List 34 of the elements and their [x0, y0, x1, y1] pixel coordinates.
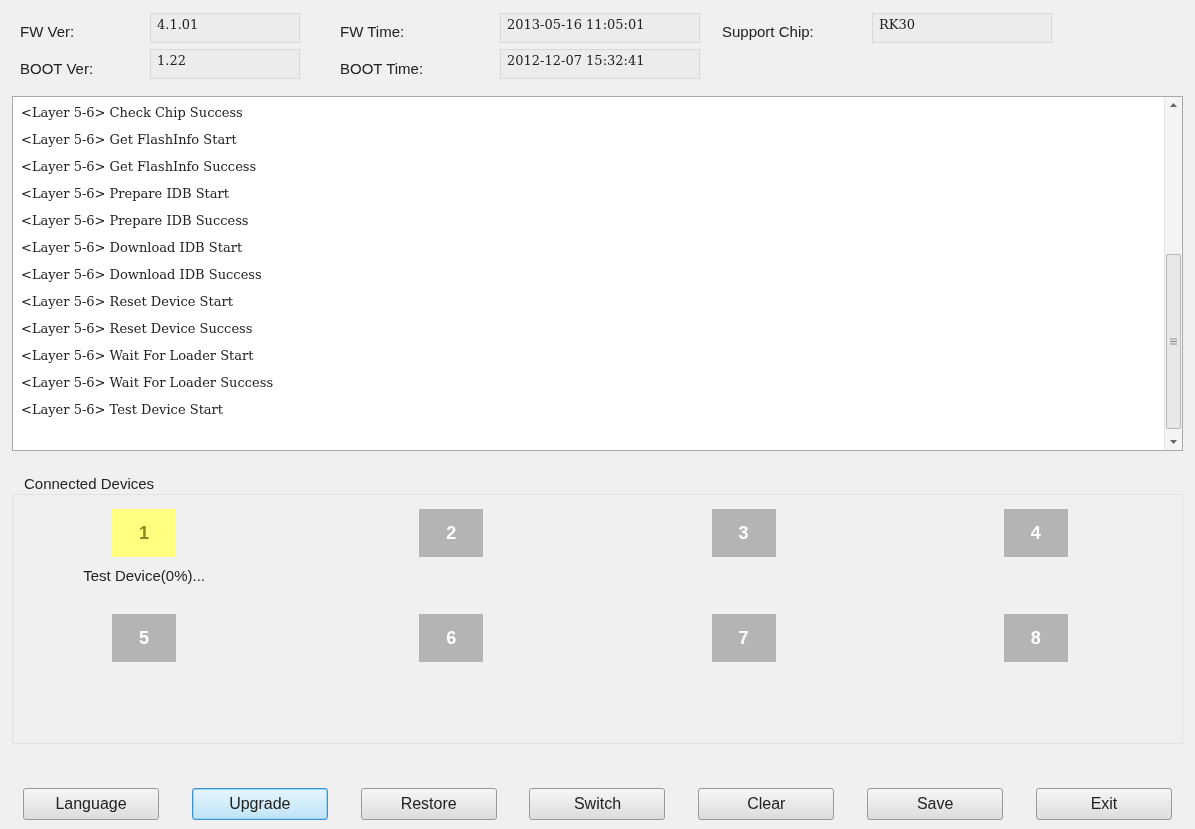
field-label: BOOT Time: — [340, 58, 425, 77]
log-line: <Layer 5-6> Reset Device Start — [21, 293, 234, 311]
scrollbar[interactable] — [1164, 97, 1182, 450]
action-button[interactable]: Switch — [529, 788, 666, 820]
group-title: Connected Devices — [24, 475, 156, 492]
log-line: <Layer 5-6> Wait For Loader Start — [21, 347, 255, 365]
field-label: FW Ver: — [20, 22, 76, 41]
value-field[interactable]: 2013-05-16 11:05:01 — [500, 12, 700, 43]
action-button[interactable]: Save — [867, 788, 1004, 820]
log-line: <Layer 5-6> Reset Device Success — [21, 320, 254, 338]
log-line: <Layer 5-6> Download IDB Success — [21, 266, 263, 284]
value-field[interactable]: RK30 — [872, 12, 1052, 43]
log-line: <Layer 5-6> Prepare IDB Start — [21, 185, 230, 203]
value-field[interactable]: 2012-12-07 15:32:41 — [500, 49, 700, 80]
action-button[interactable]: Language — [23, 788, 159, 820]
scroll-thumb[interactable] — [1166, 254, 1181, 429]
field-label: FW Time: — [340, 22, 406, 41]
field-label: BOOT Ver: — [20, 58, 95, 77]
action-button[interactable]: Restore — [360, 788, 497, 820]
log-line: <Layer 5-6> Get FlashInfo Start — [21, 131, 238, 149]
value-field[interactable]: 4.1.01 — [150, 12, 300, 43]
action-button[interactable]: Exit — [1035, 788, 1172, 820]
log-line: <Layer 5-6> Wait For Loader Success — [21, 374, 275, 392]
action-button[interactable]: Clear — [698, 788, 835, 820]
value-field[interactable]: 1.22 — [150, 49, 300, 80]
device-status: Test Device(0%)... — [83, 567, 205, 584]
log-line: <Layer 5-6> Get FlashInfo Success — [21, 158, 258, 176]
log-line: <Layer 5-6> Prepare IDB Success — [21, 212, 250, 230]
log-line: <Layer 5-6> Test Device Start — [21, 401, 225, 419]
grip-icon — [1170, 338, 1177, 345]
action-button[interactable]: Upgrade — [191, 788, 328, 820]
field-label: Support Chip: — [722, 22, 815, 41]
log-line: <Layer 5-6> Check Chip Success — [21, 104, 244, 122]
log-line: <Layer 5-6> Download IDB Start — [21, 239, 244, 257]
